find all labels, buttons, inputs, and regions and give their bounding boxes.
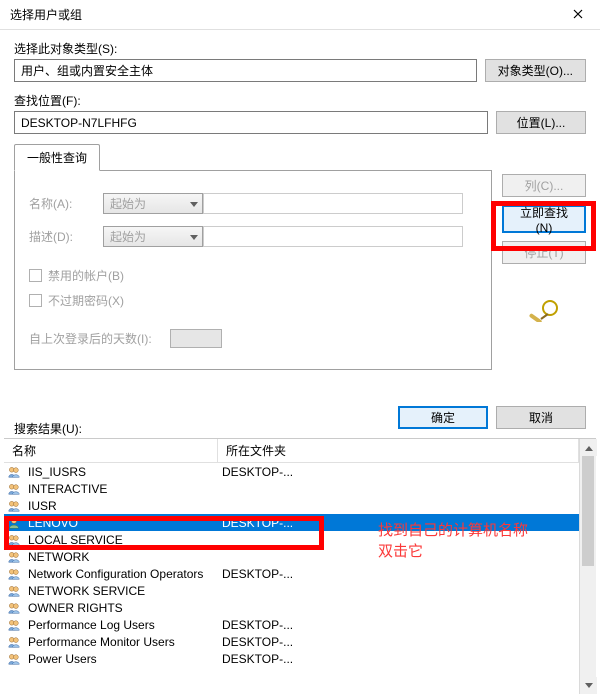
row-name: IIS_IUSRS bbox=[24, 465, 218, 479]
name-mode-value: 起始为 bbox=[110, 195, 146, 212]
row-folder: DESKTOP-... bbox=[218, 618, 579, 632]
group-icon bbox=[4, 634, 24, 650]
table-row[interactable]: INTERACTIVE bbox=[4, 480, 579, 497]
table-row[interactable]: Performance Monitor UsersDESKTOP-... bbox=[4, 633, 579, 650]
close-icon bbox=[573, 8, 583, 22]
description-field-label: 描述(D): bbox=[29, 228, 103, 245]
results-table: 名称 所在文件夹 IIS_IUSRSDESKTOP-...INTERACTIVE… bbox=[4, 438, 596, 694]
object-type-input[interactable] bbox=[14, 59, 477, 82]
object-types-button[interactable]: 对象类型(O)... bbox=[485, 59, 586, 82]
group-icon bbox=[4, 617, 24, 633]
group-icon bbox=[4, 549, 24, 565]
cancel-button[interactable]: 取消 bbox=[496, 406, 586, 429]
table-row[interactable]: Network Configuration OperatorsDESKTOP-.… bbox=[4, 565, 579, 582]
search-decoration-icon bbox=[528, 300, 560, 322]
ok-button[interactable]: 确定 bbox=[398, 406, 488, 429]
row-name: Power Users bbox=[24, 652, 218, 666]
scrollbar-thumb[interactable] bbox=[582, 456, 594, 566]
object-type-label: 选择此对象类型(S): bbox=[14, 40, 586, 57]
stop-button[interactable]: 停止(T) bbox=[502, 241, 586, 264]
title-bar: 选择用户或组 bbox=[0, 0, 600, 30]
row-name: NETWORK bbox=[24, 550, 218, 564]
row-name: OWNER RIGHTS bbox=[24, 601, 218, 615]
group-icon bbox=[4, 651, 24, 667]
row-name: Performance Log Users bbox=[24, 618, 218, 632]
annotation-text: 找到自己的计算机名称 双击它 bbox=[378, 520, 528, 562]
close-button[interactable] bbox=[555, 0, 600, 29]
group-icon bbox=[4, 532, 24, 548]
scroll-down-button[interactable] bbox=[580, 677, 597, 694]
table-row[interactable]: IUSR bbox=[4, 497, 579, 514]
chevron-down-icon bbox=[190, 230, 198, 244]
description-mode-value: 起始为 bbox=[110, 228, 146, 245]
row-name: Network Configuration Operators bbox=[24, 567, 218, 581]
row-folder: DESKTOP-... bbox=[218, 465, 579, 479]
scrollbar-track[interactable] bbox=[580, 456, 596, 677]
table-header: 名称 所在文件夹 bbox=[4, 439, 579, 463]
chevron-down-icon bbox=[190, 197, 198, 211]
row-name: Performance Monitor Users bbox=[24, 635, 218, 649]
location-label: 查找位置(F): bbox=[14, 92, 586, 109]
tab-common-queries[interactable]: 一般性查询 bbox=[14, 144, 100, 171]
table-row[interactable]: Performance Log UsersDESKTOP-... bbox=[4, 616, 579, 633]
group-icon bbox=[4, 600, 24, 616]
columns-button[interactable]: 列(C)... bbox=[502, 174, 586, 197]
description-input[interactable] bbox=[203, 226, 463, 247]
col-name-header[interactable]: 名称 bbox=[4, 439, 218, 462]
disabled-accounts-checkbox[interactable]: 禁用的帐户(B) bbox=[29, 267, 477, 284]
group-icon bbox=[4, 566, 24, 582]
name-field-label: 名称(A): bbox=[29, 195, 103, 212]
name-mode-combo[interactable]: 起始为 bbox=[103, 193, 203, 214]
window-title: 选择用户或组 bbox=[10, 6, 555, 23]
days-since-logon-input[interactable] bbox=[170, 329, 222, 348]
table-row[interactable]: Power UsersDESKTOP-... bbox=[4, 650, 579, 667]
group-icon bbox=[4, 481, 24, 497]
scroll-up-button[interactable] bbox=[580, 439, 597, 456]
row-name: LOCAL SERVICE bbox=[24, 533, 218, 547]
row-name: NETWORK SERVICE bbox=[24, 584, 218, 598]
location-input[interactable] bbox=[14, 111, 488, 134]
row-folder: DESKTOP-... bbox=[218, 635, 579, 649]
annotation-line2: 双击它 bbox=[378, 541, 528, 562]
name-input[interactable] bbox=[203, 193, 463, 214]
table-row[interactable]: IIS_IUSRSDESKTOP-... bbox=[4, 463, 579, 480]
checkbox-box bbox=[29, 269, 42, 282]
days-since-logon-label: 自上次登录后的天数(I): bbox=[29, 330, 152, 347]
table-row[interactable]: OWNER RIGHTS bbox=[4, 599, 579, 616]
row-name: INTERACTIVE bbox=[24, 482, 218, 496]
description-mode-combo[interactable]: 起始为 bbox=[103, 226, 203, 247]
row-folder: DESKTOP-... bbox=[218, 567, 579, 581]
locations-button[interactable]: 位置(L)... bbox=[496, 111, 586, 134]
user-icon bbox=[4, 515, 24, 531]
nonexpiring-password-label: 不过期密码(X) bbox=[48, 292, 124, 309]
disabled-accounts-label: 禁用的帐户(B) bbox=[48, 267, 124, 284]
vertical-scrollbar[interactable] bbox=[579, 439, 596, 694]
row-folder: DESKTOP-... bbox=[218, 652, 579, 666]
row-name: IUSR bbox=[24, 499, 218, 513]
search-results-label: 搜索结果(U): bbox=[14, 420, 82, 437]
group-icon bbox=[4, 583, 24, 599]
row-name: LENOVO bbox=[24, 516, 218, 530]
col-folder-header[interactable]: 所在文件夹 bbox=[218, 439, 579, 462]
tab-panel: 名称(A): 起始为 描述(D): 起始为 禁用的帐户(B) 不 bbox=[14, 170, 492, 370]
checkbox-box bbox=[29, 294, 42, 307]
nonexpiring-password-checkbox[interactable]: 不过期密码(X) bbox=[29, 292, 477, 309]
annotation-line1: 找到自己的计算机名称 bbox=[378, 520, 528, 541]
group-icon bbox=[4, 464, 24, 480]
table-row[interactable]: NETWORK SERVICE bbox=[4, 582, 579, 599]
find-now-button[interactable]: 立即查找(N) bbox=[502, 205, 586, 233]
group-icon bbox=[4, 498, 24, 514]
